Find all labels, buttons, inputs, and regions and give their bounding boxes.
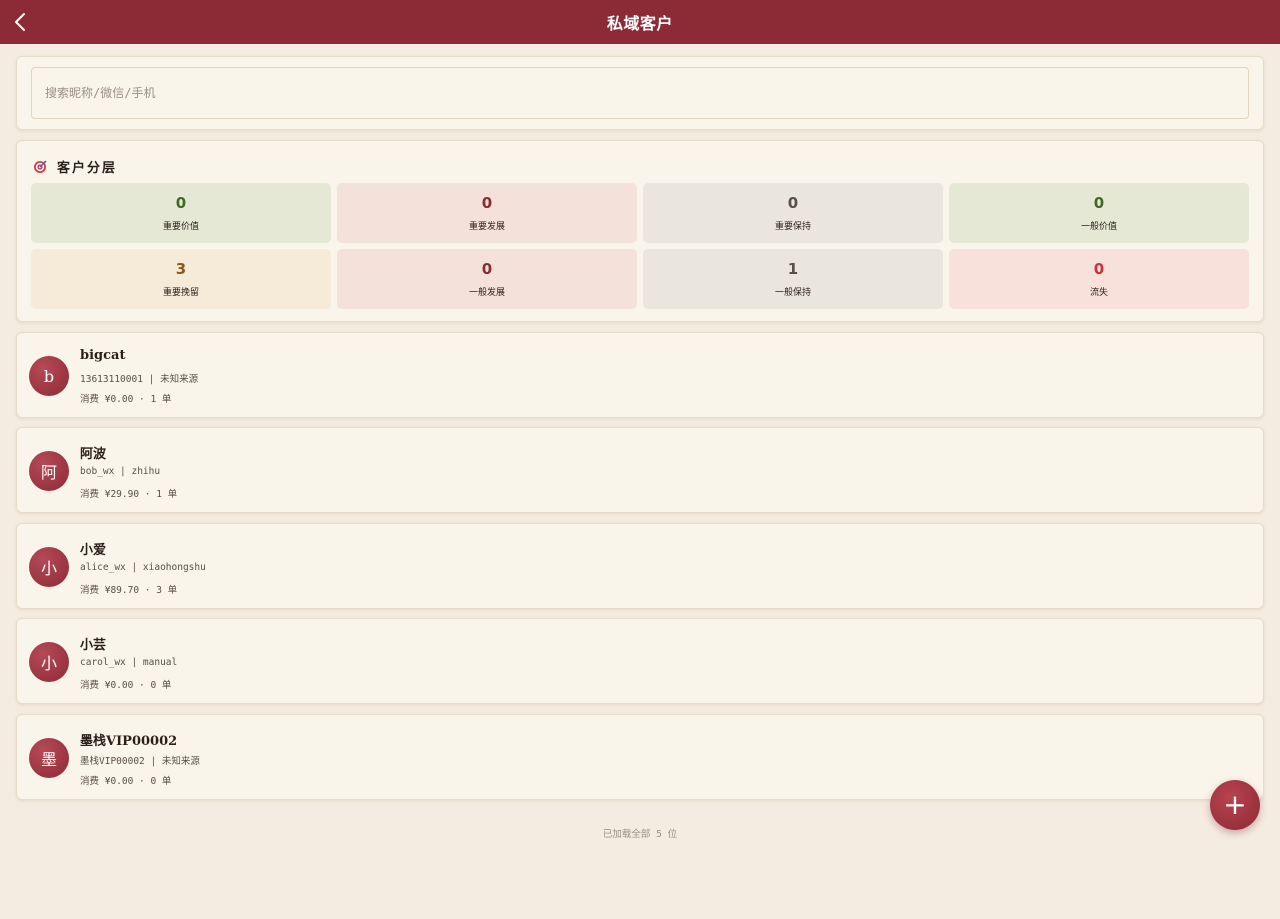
customer-card[interactable]: b bigcat 13613110001 | 未知来源 消费 ¥0.00 · 1 单 [16,332,1264,418]
customer-meta: carol_wx | manual [80,657,178,668]
segment-label: 重要发展 [468,222,505,232]
segment-tile[interactable]: 0 一般发展 [337,249,637,309]
segment-count: 0 [481,260,493,278]
avatar: 阿 [29,451,69,491]
customer-card[interactable]: 墨墨栈VIP00002 墨栈VIP00002 | 未知来源 消费 ¥0.00 · 0… [16,714,1264,800]
segment-label: 流失 [1089,288,1108,298]
segment-tile[interactable]: 0 流失 [949,249,1249,309]
customer-name: 小爱 [80,543,107,558]
top-bar: 私域客户 [0,0,1280,44]
customer-card[interactable]: 小小爱 alice_wx | xiaohongshu 消费 ¥89.70 · 3 单 [16,523,1264,609]
page-title: 私域客户 [606,14,673,33]
avatar: 墨 [29,738,69,778]
avatar: 小 [29,547,69,587]
target-icon [34,160,47,173]
segment-tile[interactable]: 1 一般保持 [643,249,943,309]
customer-card[interactable]: 小小芸 carol_wx | manual 消费 ¥0.00 · 0 单 [16,618,1264,704]
segment-tile[interactable]: 0 重要发展 [337,183,637,243]
chevron-left-icon [15,13,25,31]
segment-count: 0 [787,194,799,212]
plus-icon: + [1223,788,1247,821]
segment-label: 一般发展 [468,288,505,298]
segment-header: 客户分层 [33,157,118,176]
avatar: 小 [29,642,69,682]
customer-spend: 消费 ¥29.90 · 1 单 [80,489,178,500]
customer-spend: 消费 ¥0.00 · 0 单 [80,680,172,691]
segment-label: 一般价值 [1080,222,1117,232]
customer-name: 阿波 [80,447,107,462]
avatar: b [29,356,69,396]
segment-tile[interactable]: 0 重要保持 [643,183,943,243]
customer-spend: 消费 ¥0.00 · 1 单 [80,394,172,405]
segment-card: 客户分层 0 重要价值 0 重要发展 0 重要保持 0 一般价值 3 重要挽留 0 一般发展 1 一般保持… [16,140,1264,322]
search-card [16,56,1264,130]
segment-count: 0 [175,194,187,212]
customer-spend: 消费 ¥89.70 · 3 单 [80,585,178,596]
customer-spend: 消费 ¥0.00 · 0 单 [80,776,172,787]
segment-grid: 0 重要价值 0 重要发展 0 重要保持 0 一般价值 3 重要挽留 0 一般发展 1 一般保持 0 流失 [31,183,1249,309]
customer-meta: 13613110001 | 未知来源 [80,374,199,385]
customer-meta: alice_wx | xiaohongshu [80,562,206,573]
customer-meta: bob_wx | zhihu [80,466,161,477]
segment-count: 0 [1093,194,1105,212]
segment-tile[interactable]: 3 重要挽留 [31,249,331,309]
back-button[interactable] [8,8,32,36]
segment-label: 一般保持 [774,288,811,298]
segment-tile[interactable]: 0 重要价值 [31,183,331,243]
segment-count: 1 [787,260,799,278]
customer-name: bigcat [80,348,126,363]
segment-tile[interactable]: 0 一般价值 [949,183,1249,243]
segment-label: 重要保持 [774,222,811,232]
list-footer: 已加载全部 5 位 [602,829,678,840]
customer-meta: 墨栈VIP00002 | 未知来源 [80,756,200,767]
customer-name: 墨栈VIP00002 [80,734,178,749]
segment-count: 3 [175,260,187,278]
segment-title: 客户分层 [57,160,118,176]
segment-count: 0 [1093,260,1105,278]
customer-name: 小芸 [80,638,107,653]
segment-label: 重要挽留 [162,288,199,298]
customer-card[interactable]: 阿阿波 bob_wx | zhihu 消费 ¥29.90 · 1 单 [16,427,1264,513]
segment-count: 0 [481,194,493,212]
add-customer-button[interactable]: + [1210,780,1260,830]
segment-label: 重要价值 [162,222,199,232]
search-input[interactable] [31,67,1249,119]
